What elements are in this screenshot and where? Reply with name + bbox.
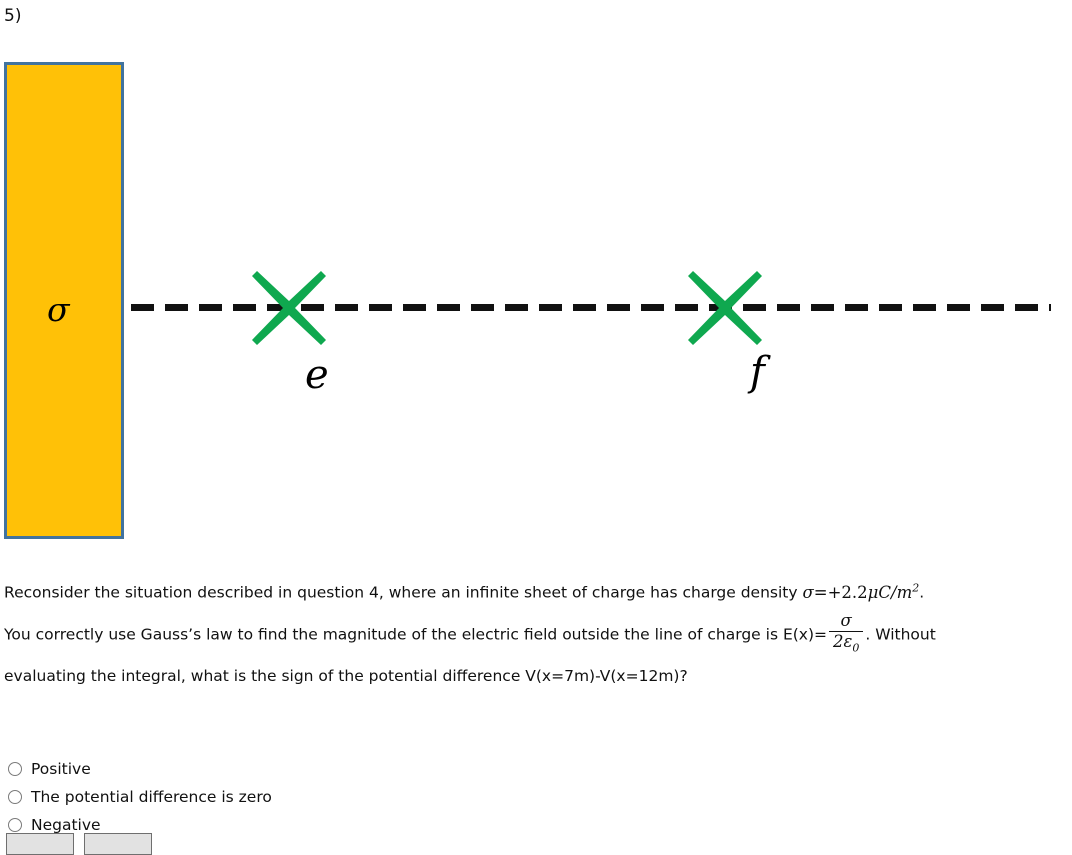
sigma-symbol: σ xyxy=(802,582,814,602)
marker-label-f: f xyxy=(750,349,765,395)
denominator-coefficient: 2 xyxy=(833,632,844,652)
question-text-line-1: Reconsider the situation described in qu… xyxy=(4,568,1068,613)
choice-positive[interactable]: Positive xyxy=(8,755,608,783)
charge-density-expression: σ=+2.2μC/m2 xyxy=(802,581,919,602)
form-button-right[interactable] xyxy=(84,833,152,855)
question-text-line-1-prefix: Reconsider the situation described in qu… xyxy=(4,583,803,602)
question-text-line-3: evaluating the integral, what is the sig… xyxy=(4,667,688,686)
fraction-denominator: 2ε0 xyxy=(829,631,864,655)
choice-label-positive: Positive xyxy=(31,760,91,778)
marker-point-e xyxy=(246,265,332,351)
choice-label-zero: The potential difference is zero xyxy=(31,788,272,806)
infinite-charged-sheet: σ xyxy=(4,62,124,539)
sheet-charge-density-label: σ xyxy=(47,290,70,329)
meter-unit: m xyxy=(896,582,913,602)
choice-label-negative: Negative xyxy=(31,816,101,834)
field-fraction: σ 2ε0 xyxy=(829,610,864,656)
question-text-line-2-suffix: . Without xyxy=(865,624,936,643)
radio-button-icon[interactable] xyxy=(8,790,22,804)
mu-symbol: μ xyxy=(867,582,879,602)
charge-density-value: =+2.2 xyxy=(813,582,868,602)
fraction-numerator: σ xyxy=(840,610,852,630)
form-button-left[interactable] xyxy=(6,833,74,855)
form-button-bar xyxy=(6,833,152,855)
choice-zero[interactable]: The potential difference is zero xyxy=(8,783,608,811)
question-text: Reconsider the situation described in qu… xyxy=(4,568,1068,696)
marker-label-e: e xyxy=(305,352,329,398)
radio-button-icon[interactable] xyxy=(8,762,22,776)
coulomb-unit: C xyxy=(878,582,892,602)
question-number: 5) xyxy=(4,6,22,26)
question-text-line-2: You correctly use Gauss’s law to find th… xyxy=(4,610,1068,657)
radio-button-icon[interactable] xyxy=(8,818,22,832)
physics-figure: σ e f xyxy=(0,55,1072,555)
epsilon-subscript: 0 xyxy=(852,641,860,655)
question-text-line-1-suffix: . xyxy=(919,583,925,602)
question-text-line-2-prefix: You correctly use Gauss’s law to find th… xyxy=(4,624,827,643)
marker-point-f xyxy=(682,265,768,351)
answer-choices: Positive The potential difference is zer… xyxy=(8,755,608,839)
